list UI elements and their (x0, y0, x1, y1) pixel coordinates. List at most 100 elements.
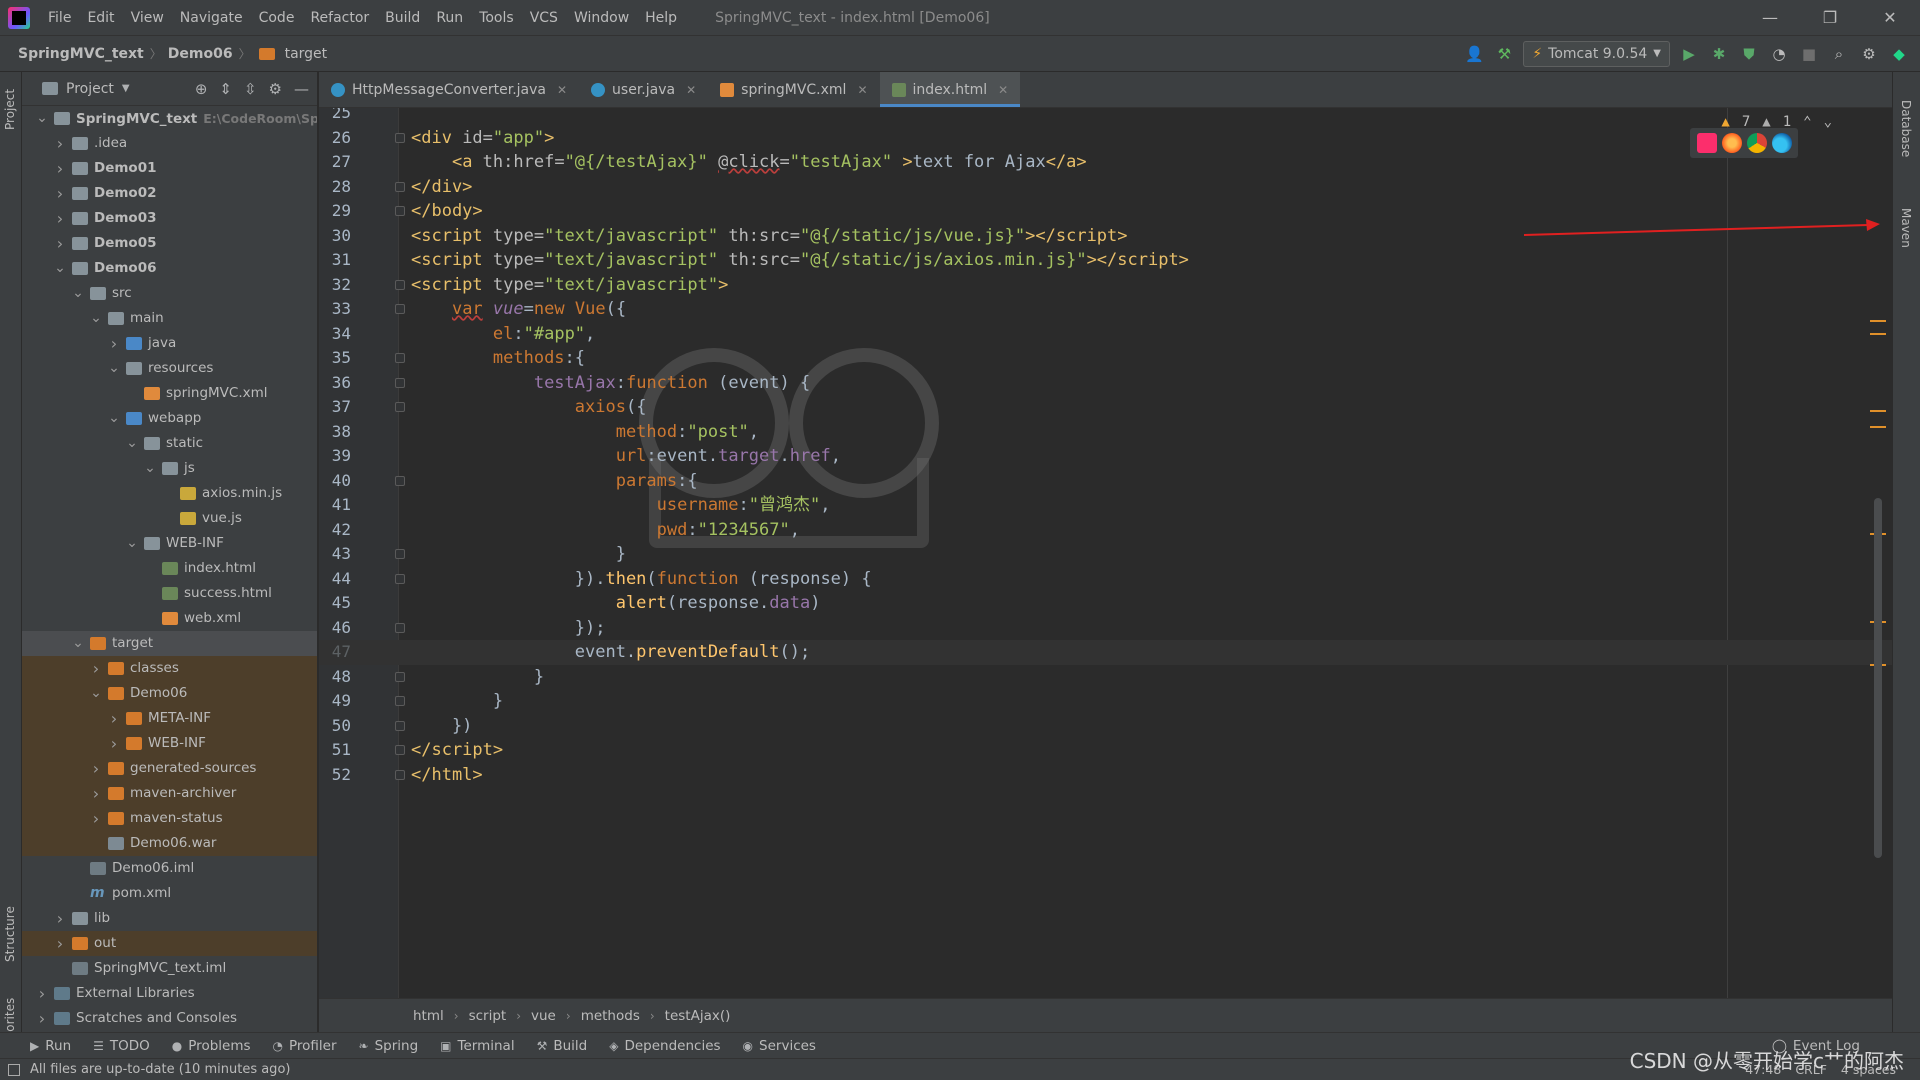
tree-item-lib[interactable]: › lib (22, 906, 317, 931)
chevron-right-icon[interactable]: › (88, 756, 104, 781)
line-number[interactable]: 48 (319, 665, 351, 690)
toolwindow-problems[interactable]: ● Problems (172, 1038, 251, 1054)
line-number[interactable]: 50 (319, 714, 351, 739)
expand-all-icon[interactable]: ⇕ (219, 80, 232, 98)
line-number[interactable]: 38 (319, 420, 351, 445)
tree-item-demo01[interactable]: › Demo01 (22, 156, 317, 181)
fold-marker-icon[interactable] (395, 622, 405, 633)
line-number[interactable]: 31 (319, 248, 351, 273)
line-number[interactable]: 33 (319, 297, 351, 322)
run-icon[interactable]: ▶ (1678, 43, 1700, 65)
line-number[interactable]: 36 (319, 371, 351, 396)
menu-window[interactable]: Window (566, 0, 637, 36)
code-breadcrumb-item[interactable]: methods (581, 1008, 640, 1024)
toolwindow-terminal[interactable]: ▣ Terminal (440, 1038, 514, 1054)
tree-item-js[interactable]: ⌄ js (22, 456, 317, 481)
line-number[interactable]: 42 (319, 518, 351, 543)
chevron-down-icon[interactable]: ⌄ (70, 631, 86, 656)
previous-problem-icon[interactable]: ⌃ (1803, 114, 1811, 130)
tree-item-external-libraries[interactable]: › External Libraries (22, 981, 317, 1006)
tree-item-resources[interactable]: ⌄ resources (22, 356, 317, 381)
fold-marker-icon[interactable] (395, 573, 405, 584)
chevron-right-icon[interactable]: › (52, 906, 68, 931)
chevron-down-icon[interactable]: ⌄ (142, 456, 158, 481)
run-configuration-select[interactable]: ⚡ Tomcat 9.0.54 ▼ (1523, 40, 1670, 67)
line-number[interactable]: 46 (319, 616, 351, 641)
stripe-maven[interactable]: Maven (1899, 208, 1913, 248)
toolwindow-dependencies[interactable]: ◈ Dependencies (609, 1038, 720, 1054)
nav-crumb-module[interactable]: Demo06 (164, 46, 237, 62)
chevron-down-icon[interactable]: ⌄ (52, 256, 68, 281)
chevron-down-icon[interactable]: ⌄ (106, 406, 122, 431)
search-icon[interactable]: ⌕ (1828, 43, 1850, 65)
chevron-right-icon[interactable]: › (88, 806, 104, 831)
fold-marker-icon[interactable] (395, 353, 405, 363)
tree-item-demo06[interactable]: ⌄ Demo06 (22, 256, 317, 281)
line-number[interactable]: 45 (319, 591, 351, 616)
tree-item-classes[interactable]: › classes (22, 656, 317, 681)
close-tab-icon[interactable]: ✕ (857, 83, 867, 97)
tree-item-axios-min-js[interactable]: axios.min.js (22, 481, 317, 506)
stripe-structure[interactable]: Structure (3, 906, 17, 962)
line-number[interactable]: 49 (319, 689, 351, 714)
menu-navigate[interactable]: Navigate (172, 0, 251, 36)
line-number[interactable]: 52 (319, 763, 351, 788)
fold-marker-icon[interactable] (395, 696, 405, 706)
hide-panel-icon[interactable]: — (294, 80, 309, 98)
tree-item-success-html[interactable]: success.html (22, 581, 317, 606)
tree-item-index-html[interactable]: index.html (22, 556, 317, 581)
toolwindow-todo[interactable]: ☰ TODO (93, 1038, 150, 1054)
chevron-down-icon[interactable]: ▼ (122, 83, 130, 94)
toolwindow-profiler[interactable]: ◔ Profiler (273, 1038, 337, 1054)
tree-item-out[interactable]: › out (22, 931, 317, 956)
tree-item-pom-xml[interactable]: m pom.xml (22, 881, 317, 906)
tree-item-demo06-war[interactable]: Demo06.war (22, 831, 317, 856)
tree-item-scratches-and-consoles[interactable]: › Scratches and Consoles (22, 1006, 317, 1031)
line-number[interactable]: 28 (319, 175, 351, 200)
minimize-button[interactable]: — (1740, 0, 1800, 36)
chevron-right-icon[interactable]: › (52, 931, 68, 956)
chevron-down-icon[interactable]: ⌄ (88, 681, 104, 706)
edge-icon[interactable] (1771, 133, 1792, 153)
tree-item-web-inf[interactable]: ⌄ WEB-INF (22, 531, 317, 556)
line-number[interactable]: 34 (319, 322, 351, 347)
chevron-right-icon[interactable]: › (106, 331, 122, 356)
chrome-icon[interactable] (1746, 133, 1767, 153)
menu-edit[interactable]: Edit (79, 0, 122, 36)
line-number[interactable]: 30 (319, 224, 351, 249)
code-breadcrumb-item[interactable]: script (469, 1008, 507, 1024)
chevron-right-icon[interactable]: › (52, 181, 68, 206)
debug-icon[interactable]: ✱ (1708, 43, 1730, 65)
chevron-right-icon[interactable]: › (52, 131, 68, 156)
collapse-all-icon[interactable]: ⇳ (244, 80, 257, 98)
chevron-right-icon[interactable]: › (88, 781, 104, 806)
profile-icon[interactable]: ◔ (1768, 43, 1790, 65)
tree-item-demo03[interactable]: › Demo03 (22, 206, 317, 231)
chevron-down-icon[interactable]: ⌄ (124, 531, 140, 556)
restore-button[interactable]: ❐ (1800, 0, 1860, 36)
tree-item--idea[interactable]: › .idea (22, 131, 317, 156)
menu-refactor[interactable]: Refactor (302, 0, 377, 36)
tree-item-demo06-iml[interactable]: Demo06.iml (22, 856, 317, 881)
tree-item-web-inf[interactable]: › WEB-INF (22, 731, 317, 756)
tree-item-maven-status[interactable]: › maven-status (22, 806, 317, 831)
menu-code[interactable]: Code (251, 0, 303, 36)
code-breadcrumb-item[interactable]: testAjax() (665, 1008, 731, 1024)
menu-tools[interactable]: Tools (471, 0, 522, 36)
stripe-project[interactable]: Project (3, 89, 17, 130)
tab-httpmessageconverter-java[interactable]: HttpMessageConverter.java ✕ (319, 72, 579, 107)
toolwindow-services[interactable]: ◉ Services (743, 1038, 816, 1054)
line-number[interactable]: 26 (319, 126, 351, 151)
close-tab-icon[interactable]: ✕ (686, 83, 696, 97)
tab-index-html[interactable]: index.html ✕ (879, 72, 1021, 107)
close-tab-icon[interactable]: ✕ (998, 83, 1008, 97)
chevron-down-icon[interactable]: ⌄ (34, 106, 50, 131)
fold-marker-icon[interactable] (395, 769, 405, 780)
toolwindow-run[interactable]: ▶ Run (30, 1038, 71, 1054)
chevron-right-icon[interactable]: › (88, 656, 104, 681)
fold-marker-icon[interactable] (395, 181, 405, 192)
chevron-right-icon[interactable]: › (52, 231, 68, 256)
line-number[interactable]: 25 (319, 108, 351, 126)
project-panel-title[interactable]: Project (66, 81, 114, 97)
plugin-logo-icon[interactable]: ◆ (1888, 43, 1910, 65)
